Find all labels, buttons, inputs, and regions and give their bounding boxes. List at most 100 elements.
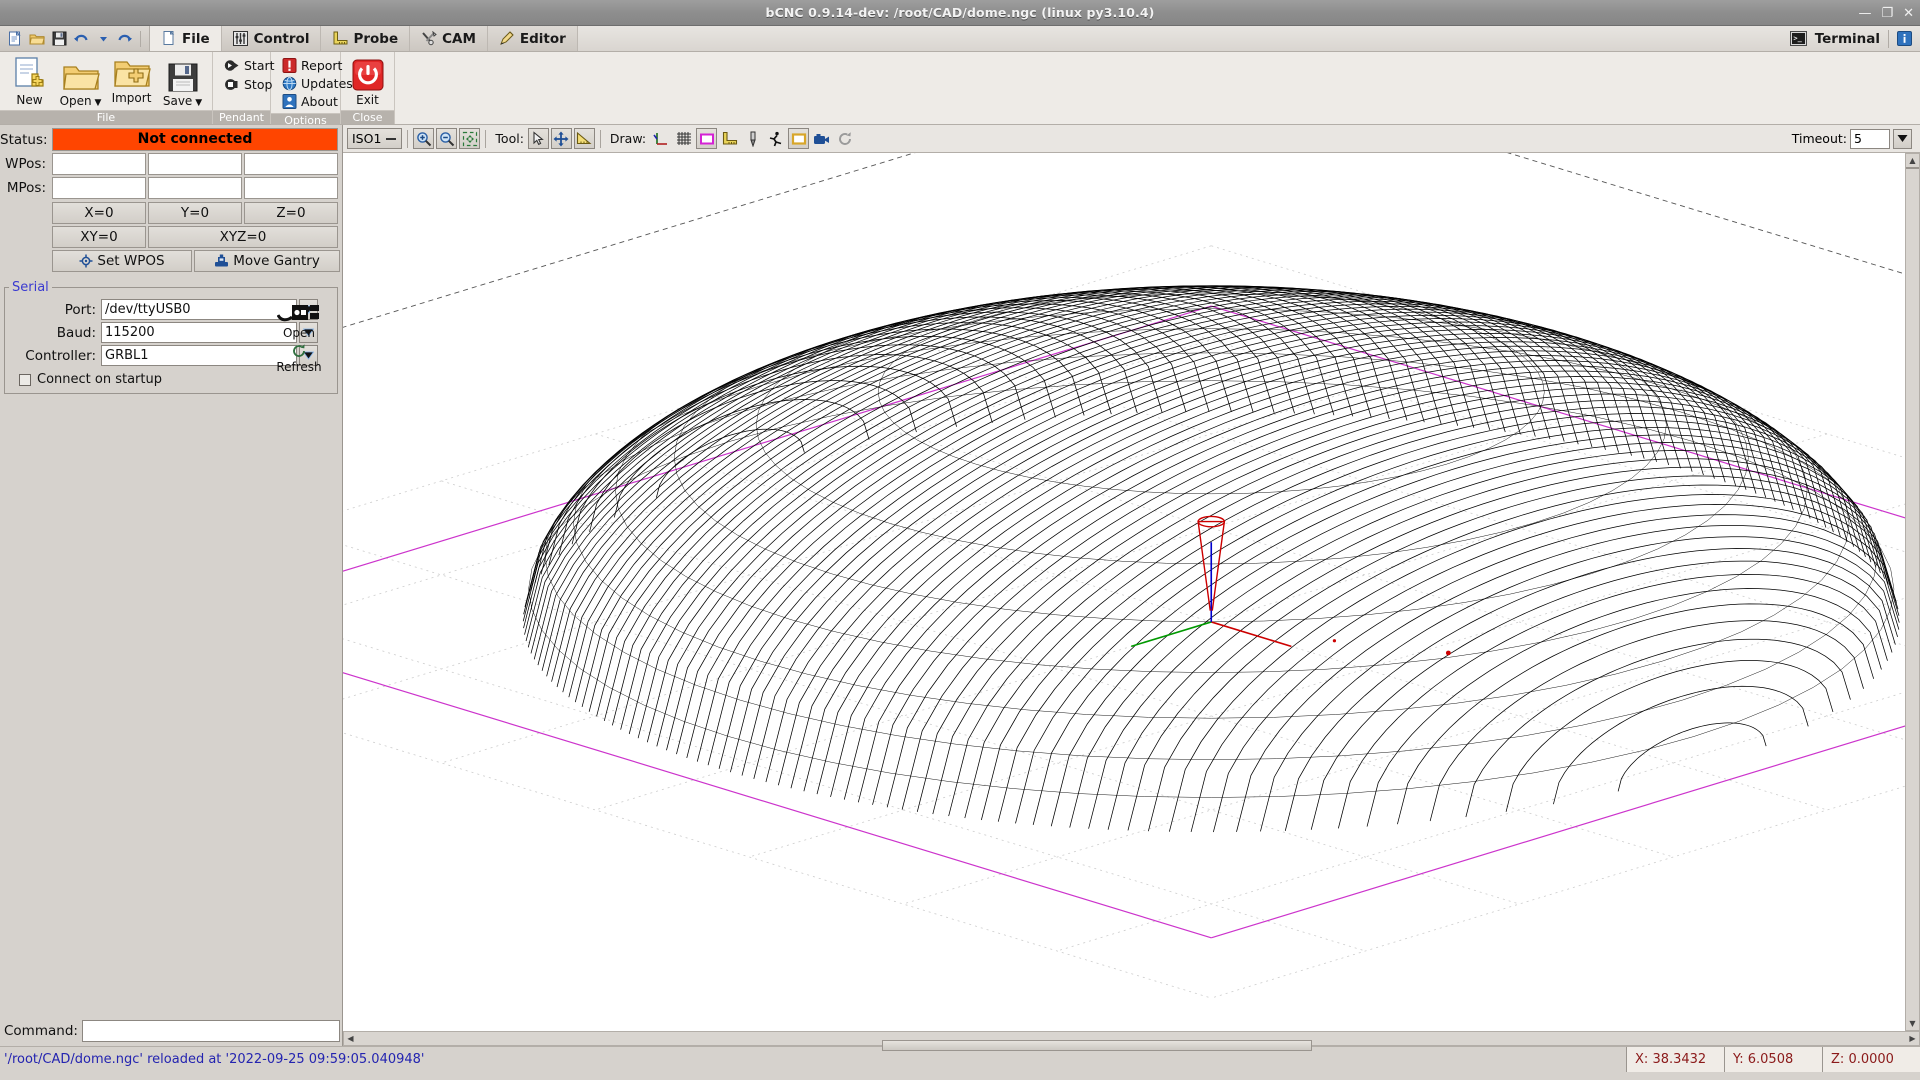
ribbon-save-label: Save ▼ xyxy=(162,94,203,108)
redo-icon[interactable] xyxy=(116,30,134,48)
timeout-dropdown-icon[interactable] xyxy=(1893,128,1912,149)
wpos-y-field[interactable] xyxy=(148,153,242,175)
zero-x-button[interactable]: X=0 xyxy=(52,202,146,224)
terminal-icon[interactable]: >_ xyxy=(1789,31,1807,46)
undo-dropdown-icon[interactable] xyxy=(94,30,112,48)
serial-port-label: Port: xyxy=(64,301,96,318)
tabs-right-separator xyxy=(1888,29,1889,48)
ribbon-import-button[interactable]: Import xyxy=(106,54,157,105)
refresh-icon[interactable] xyxy=(291,343,307,359)
ribbon-new-button[interactable]: New xyxy=(4,54,55,107)
set-wpos-label: Set WPOS xyxy=(97,253,165,269)
pan-move-icon[interactable] xyxy=(550,128,572,149)
serial-controller-input[interactable] xyxy=(101,345,297,366)
terminal-label[interactable]: Terminal xyxy=(1815,31,1880,47)
zero-xy-button[interactable]: XY=0 xyxy=(52,226,146,248)
move-gantry-button[interactable]: Move Gantry xyxy=(194,250,340,272)
tabs-right-area: >_ Terminal xyxy=(1782,26,1920,51)
window-title: bCNC 0.9.14-dev: /root/CAD/dome.ngc (lin… xyxy=(765,5,1155,20)
probe-circle-icon[interactable] xyxy=(834,128,855,149)
tools-icon xyxy=(421,31,437,47)
endmill-icon[interactable] xyxy=(742,128,763,149)
select-arrow-icon[interactable] xyxy=(527,128,549,149)
vscroll-down-arrow[interactable]: ▼ xyxy=(1906,1017,1919,1030)
ribbon-content: New Open ▼ Import Save ▼ File Start Stop… xyxy=(0,52,1920,127)
ribbon-exit-button[interactable]: Exit xyxy=(345,54,390,107)
info-icon[interactable] xyxy=(1897,31,1912,46)
tab-file[interactable]: File xyxy=(150,26,222,51)
ribbon-about-label: About xyxy=(301,94,338,109)
ribbon-save-button[interactable]: Save ▼ xyxy=(157,54,208,108)
serial-connect-column: Open Refresh xyxy=(271,299,327,374)
ribbon-new-label: New xyxy=(16,93,43,107)
ruler-icon[interactable] xyxy=(719,128,740,149)
minimize-button[interactable]: — xyxy=(1858,7,1871,20)
ribbon-open-button[interactable]: Open ▼ xyxy=(55,54,106,108)
tab-probe[interactable]: Probe xyxy=(321,26,411,51)
view-preset-combo[interactable]: ISO1 xyxy=(347,128,403,149)
undo-icon[interactable] xyxy=(72,30,90,48)
zoom-fit-icon[interactable] xyxy=(459,128,481,149)
zero-z-button[interactable]: Z=0 xyxy=(244,202,338,224)
ribbon-report-label: Report xyxy=(301,58,343,73)
about-person-icon xyxy=(282,94,297,109)
toolbar-separator-3 xyxy=(599,129,601,148)
ruler-measure-icon[interactable] xyxy=(573,128,595,149)
zoom-in-icon[interactable] xyxy=(413,128,435,149)
hscroll-thumb[interactable] xyxy=(882,1039,1312,1051)
serial-port-input[interactable] xyxy=(101,299,297,320)
path-rapid-icon[interactable] xyxy=(765,128,786,149)
tab-control[interactable]: Control xyxy=(221,26,322,51)
ribbon-group-file-label: File xyxy=(0,110,212,124)
new-file-icon[interactable] xyxy=(6,30,24,48)
open-folder-icon[interactable] xyxy=(28,30,46,48)
timeout-input[interactable] xyxy=(1850,128,1890,149)
ribbon-start-button[interactable]: Start xyxy=(221,57,278,74)
coordinate-y-value: 6.0508 xyxy=(1747,1052,1794,1067)
tab-editor[interactable]: Editor xyxy=(487,26,578,51)
ribbon-tabs: File Control Probe CAM Editor >_ Termina… xyxy=(150,26,1920,51)
vscroll-up-arrow[interactable]: ▲ xyxy=(1906,154,1919,167)
canvas-vscrollbar[interactable]: ▲ ▼ xyxy=(1905,153,1920,1031)
serial-refresh-label[interactable]: Refresh xyxy=(276,360,321,374)
grid-icon[interactable] xyxy=(673,128,694,149)
gcode-canvas-render[interactable] xyxy=(343,153,1920,1031)
gcode-3d-view[interactable]: ▲ ▼ xyxy=(343,153,1920,1031)
quick-access-and-tabs: File Control Probe CAM Editor >_ Termina… xyxy=(0,26,1920,52)
coordinate-z: Z: 0.0000 xyxy=(1822,1047,1920,1072)
zero-xyz-button[interactable]: XYZ=0 xyxy=(148,226,338,248)
connect-on-startup-row[interactable]: Connect on startup xyxy=(9,372,333,387)
tab-file-label: File xyxy=(182,30,210,47)
hscroll-left-arrow[interactable]: ◀ xyxy=(344,1032,357,1045)
zero-y-button[interactable]: Y=0 xyxy=(148,202,242,224)
ribbon-stop-button[interactable]: Stop xyxy=(221,76,278,93)
wpos-z-field[interactable] xyxy=(244,153,338,175)
wpos-x-field[interactable] xyxy=(52,153,146,175)
command-input[interactable] xyxy=(81,1020,340,1042)
close-button[interactable]: ✕ xyxy=(1903,7,1914,20)
tab-probe-label: Probe xyxy=(353,30,399,47)
toolbar-separator-2 xyxy=(485,129,487,148)
workarea-icon[interactable] xyxy=(788,128,810,149)
mpos-x-field xyxy=(52,177,146,199)
usb-plug-icon[interactable] xyxy=(277,299,321,325)
serial-open-label[interactable]: Open xyxy=(283,326,315,340)
view-preset-label: ISO1 xyxy=(352,131,382,146)
tab-cam[interactable]: CAM xyxy=(410,26,488,51)
axes-icon[interactable] xyxy=(650,128,671,149)
connect-on-startup-checkbox[interactable] xyxy=(19,373,31,386)
ribbon-stop-label: Stop xyxy=(244,77,273,92)
margin-box-icon[interactable] xyxy=(696,128,718,149)
play-start-icon xyxy=(224,58,240,73)
canvas-hscrollbar[interactable]: ◀ ▶ xyxy=(343,1031,1920,1051)
set-wpos-button[interactable]: Set WPOS xyxy=(52,250,192,272)
zoom-out-icon[interactable] xyxy=(436,128,458,149)
save-floppy-icon[interactable] xyxy=(50,30,68,48)
command-row: Command: xyxy=(0,1018,342,1044)
report-warning-icon xyxy=(282,58,297,73)
serial-baud-input[interactable] xyxy=(101,322,297,343)
ribbon-import-label: Import xyxy=(111,91,152,105)
hscroll-right-arrow[interactable]: ▶ xyxy=(1906,1032,1919,1045)
maximize-button[interactable]: ❐ xyxy=(1881,7,1893,20)
camera-icon[interactable] xyxy=(811,128,832,149)
